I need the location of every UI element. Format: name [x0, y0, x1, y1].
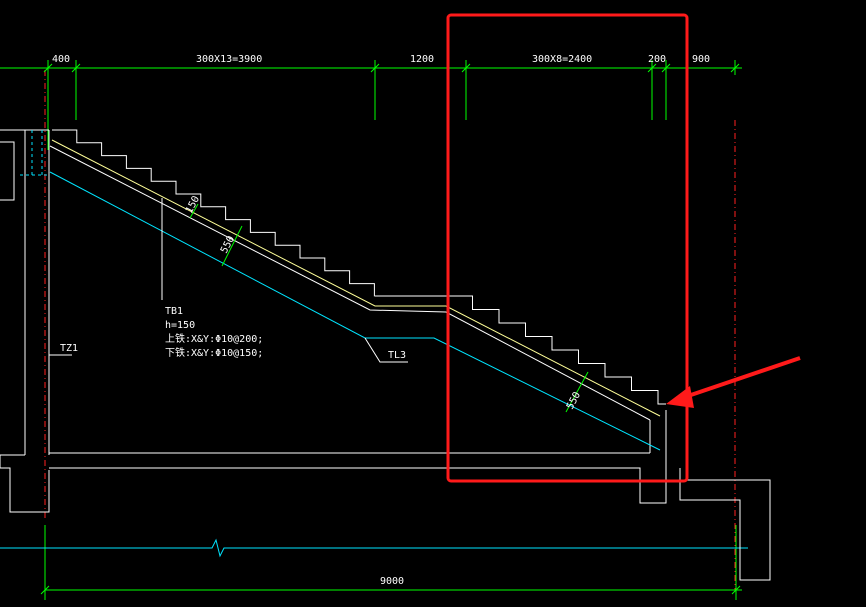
top-dimension-labels: 400 300X13=3900 1200 300X8=2400 200 900 [52, 54, 710, 65]
thickness-label-550-b: 550 [565, 390, 583, 411]
column-tag: TZ1 [60, 343, 78, 354]
thickness-label-150: 150 [184, 194, 202, 215]
stair-flight-2-steps [446, 295, 666, 405]
note-line-2: h=150 [165, 320, 195, 331]
break-line [0, 538, 748, 558]
note-line-1: TB1 [165, 306, 183, 317]
dim-label-9000: 9000 [380, 576, 404, 587]
thickness-marks [189, 203, 589, 413]
thickness-label-550-a: 550 [219, 234, 237, 255]
floor-slab [0, 410, 771, 581]
dim-label-200: 200 [648, 54, 666, 65]
beam-tag: TL3 [388, 350, 406, 361]
dim-label-2400: 300X8=2400 [532, 54, 592, 65]
dim-label-900: 900 [692, 54, 710, 65]
slab-note: TB1 h=150 上铁:X&Y:Φ10@200; 下铁:X&Y:Φ10@150… [165, 306, 263, 359]
note-line-4: 下铁:X&Y:Φ10@150; [165, 346, 263, 359]
dim-label-400: 400 [52, 54, 70, 65]
dim-label-3900: 300X13=3900 [196, 54, 262, 65]
stair-flight-1-steps [52, 129, 375, 297]
stair-waist-top [51, 139, 661, 417]
axis-lines [44, 70, 736, 590]
dim-label-1200: 1200 [410, 54, 434, 65]
note-line-3: 上铁:X&Y:Φ10@200; [165, 332, 263, 345]
bottom-dimension-line [40, 525, 742, 600]
top-dimension-line [0, 60, 742, 150]
stair-section-drawing: 400 300X13=3900 1200 300X8=2400 200 900 … [0, 13, 801, 600]
